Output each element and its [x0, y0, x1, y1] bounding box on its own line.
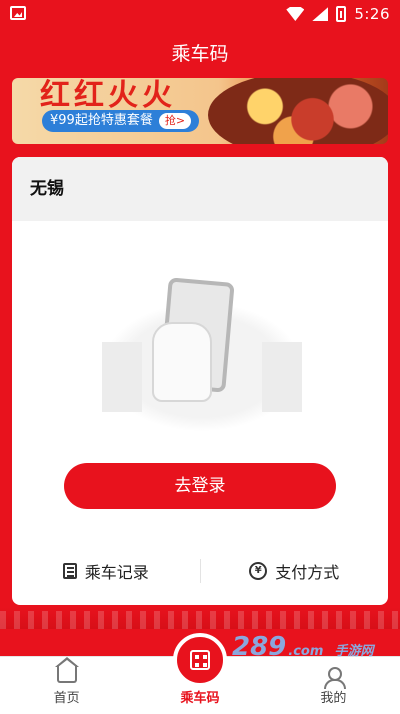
tab-mine-label: 我的: [320, 691, 347, 706]
building-right: [262, 342, 302, 412]
list-icon: [62, 563, 77, 579]
status-bar: 5:26: [0, 0, 400, 28]
promo-banner[interactable]: 红红火火 ¥99起抢特惠套餐 抢>: [12, 78, 388, 144]
building-left: [102, 342, 142, 412]
bottom-nav: 首页 乘车码 我的: [0, 633, 400, 714]
tab-home-label: 首页: [53, 691, 80, 706]
battery-icon: [336, 6, 347, 22]
tab-home[interactable]: 首页: [0, 657, 133, 714]
signal-icon: [312, 7, 329, 21]
watermark: 289 .com 手游网: [232, 632, 374, 662]
card-actions: 乘车记录 ¥ 支付方式: [12, 551, 388, 591]
banner-headline: 红红火火: [40, 78, 176, 113]
app-root: 5:26 乘车码 红红火火 ¥99起抢特惠套餐 抢> 无锡 去登录 乘车记录 ¥…: [0, 0, 400, 714]
hand-icon: [152, 322, 212, 402]
payment-method-label: 支付方式: [275, 563, 340, 582]
promo-pill[interactable]: ¥99起抢特惠套餐 抢>: [42, 110, 200, 132]
payment-method-button[interactable]: ¥ 支付方式: [201, 559, 389, 583]
city-skyline: [0, 607, 400, 629]
page-title: 乘车码: [171, 43, 229, 65]
qr-code-button[interactable]: [172, 633, 227, 687]
status-time: 5:26: [354, 5, 390, 23]
status-right: 5:26: [286, 5, 390, 23]
tab-ride-code-label: 乘车码: [180, 691, 220, 706]
food-image: [208, 78, 388, 144]
yen-icon: ¥: [249, 562, 268, 580]
tab-mine[interactable]: 我的: [267, 657, 400, 714]
qr-code-icon: [189, 650, 210, 670]
user-icon: [323, 667, 347, 689]
tab-ride-code[interactable]: 乘车码: [133, 633, 266, 714]
login-button[interactable]: 去登录: [64, 463, 336, 509]
home-icon-body: [56, 665, 77, 683]
ride-code-card: 无锡 去登录 乘车记录 ¥ 支付方式: [12, 157, 388, 605]
phone-illustration: [102, 262, 302, 432]
promo-text: ¥99起抢特惠套餐: [50, 113, 153, 128]
ride-records-button[interactable]: 乘车记录: [12, 559, 200, 583]
grab-button[interactable]: 抢>: [158, 113, 192, 129]
ride-records-label: 乘车记录: [84, 563, 149, 582]
gallery-icon: [10, 6, 26, 20]
city-label[interactable]: 无锡: [12, 157, 388, 221]
wifi-icon: [286, 7, 304, 21]
